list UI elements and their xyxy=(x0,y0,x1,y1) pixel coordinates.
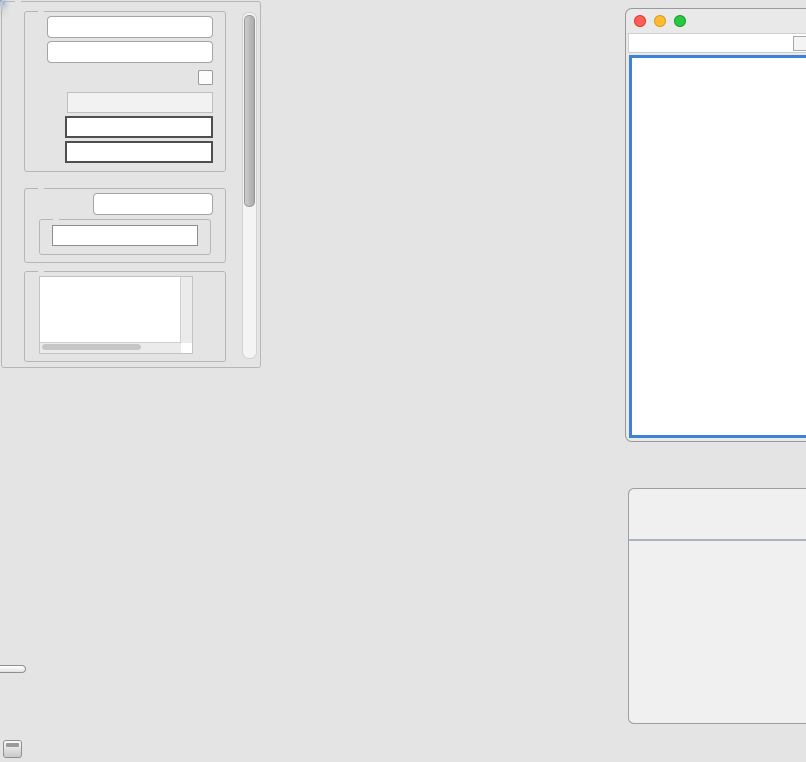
network-canvas[interactable] xyxy=(629,55,806,438)
table-toolbar xyxy=(629,489,806,539)
mi-type-row xyxy=(37,41,213,63)
network-toolbar-strip xyxy=(628,33,806,53)
mi-threshold-field[interactable] xyxy=(52,225,198,246)
minimized-panel-icon[interactable] xyxy=(3,740,22,758)
data-attributes-list[interactable] xyxy=(39,276,193,354)
aracne-mode-combobox[interactable] xyxy=(47,16,213,38)
mi-steps-field[interactable] xyxy=(65,141,213,163)
table-panel xyxy=(628,488,806,724)
cyni-algorithm-settings-group xyxy=(1,1,261,368)
mi-steps-row xyxy=(37,141,213,163)
window-traffic-lights xyxy=(634,15,686,27)
dpi-tolerance-row xyxy=(37,116,213,138)
zoom-traffic-light[interactable] xyxy=(674,15,686,27)
which-threshold-row xyxy=(37,193,213,215)
which-threshold-combobox[interactable] xyxy=(93,193,213,215)
list-horizontal-scrollbar[interactable] xyxy=(40,342,181,353)
sources-group xyxy=(24,271,226,362)
settings-scrollbar[interactable] xyxy=(242,12,257,359)
list-vertical-scrollbar[interactable] xyxy=(180,277,192,343)
algorithm-dropdown-list xyxy=(1,1,3,11)
close-traffic-light[interactable] xyxy=(634,15,646,27)
network-graph xyxy=(632,58,806,435)
manual-kernel-checkbox[interactable] xyxy=(198,70,213,85)
table-header xyxy=(629,539,806,541)
control-panel-window xyxy=(0,0,2,2)
aracne-mode-row xyxy=(37,16,213,38)
minimize-traffic-light[interactable] xyxy=(654,15,666,27)
apply-button[interactable] xyxy=(0,665,26,673)
threshold-definition-group xyxy=(24,188,226,263)
algorithm-definition-group xyxy=(24,11,226,172)
manual-kernel-row xyxy=(37,66,213,88)
network-view-window xyxy=(625,8,806,442)
settings-scrollbar-thumb[interactable] xyxy=(244,15,255,207)
dpi-tolerance-field[interactable] xyxy=(65,116,213,138)
kernel-width-field[interactable] xyxy=(67,92,213,113)
mi-threshold-group xyxy=(39,219,211,255)
mi-type-combobox[interactable] xyxy=(47,41,213,63)
kernel-width-row xyxy=(37,91,213,113)
scroll-corner-box[interactable] xyxy=(793,36,806,51)
mi-threshold-row xyxy=(52,224,198,246)
scrollbar-thumb[interactable] xyxy=(42,344,141,350)
